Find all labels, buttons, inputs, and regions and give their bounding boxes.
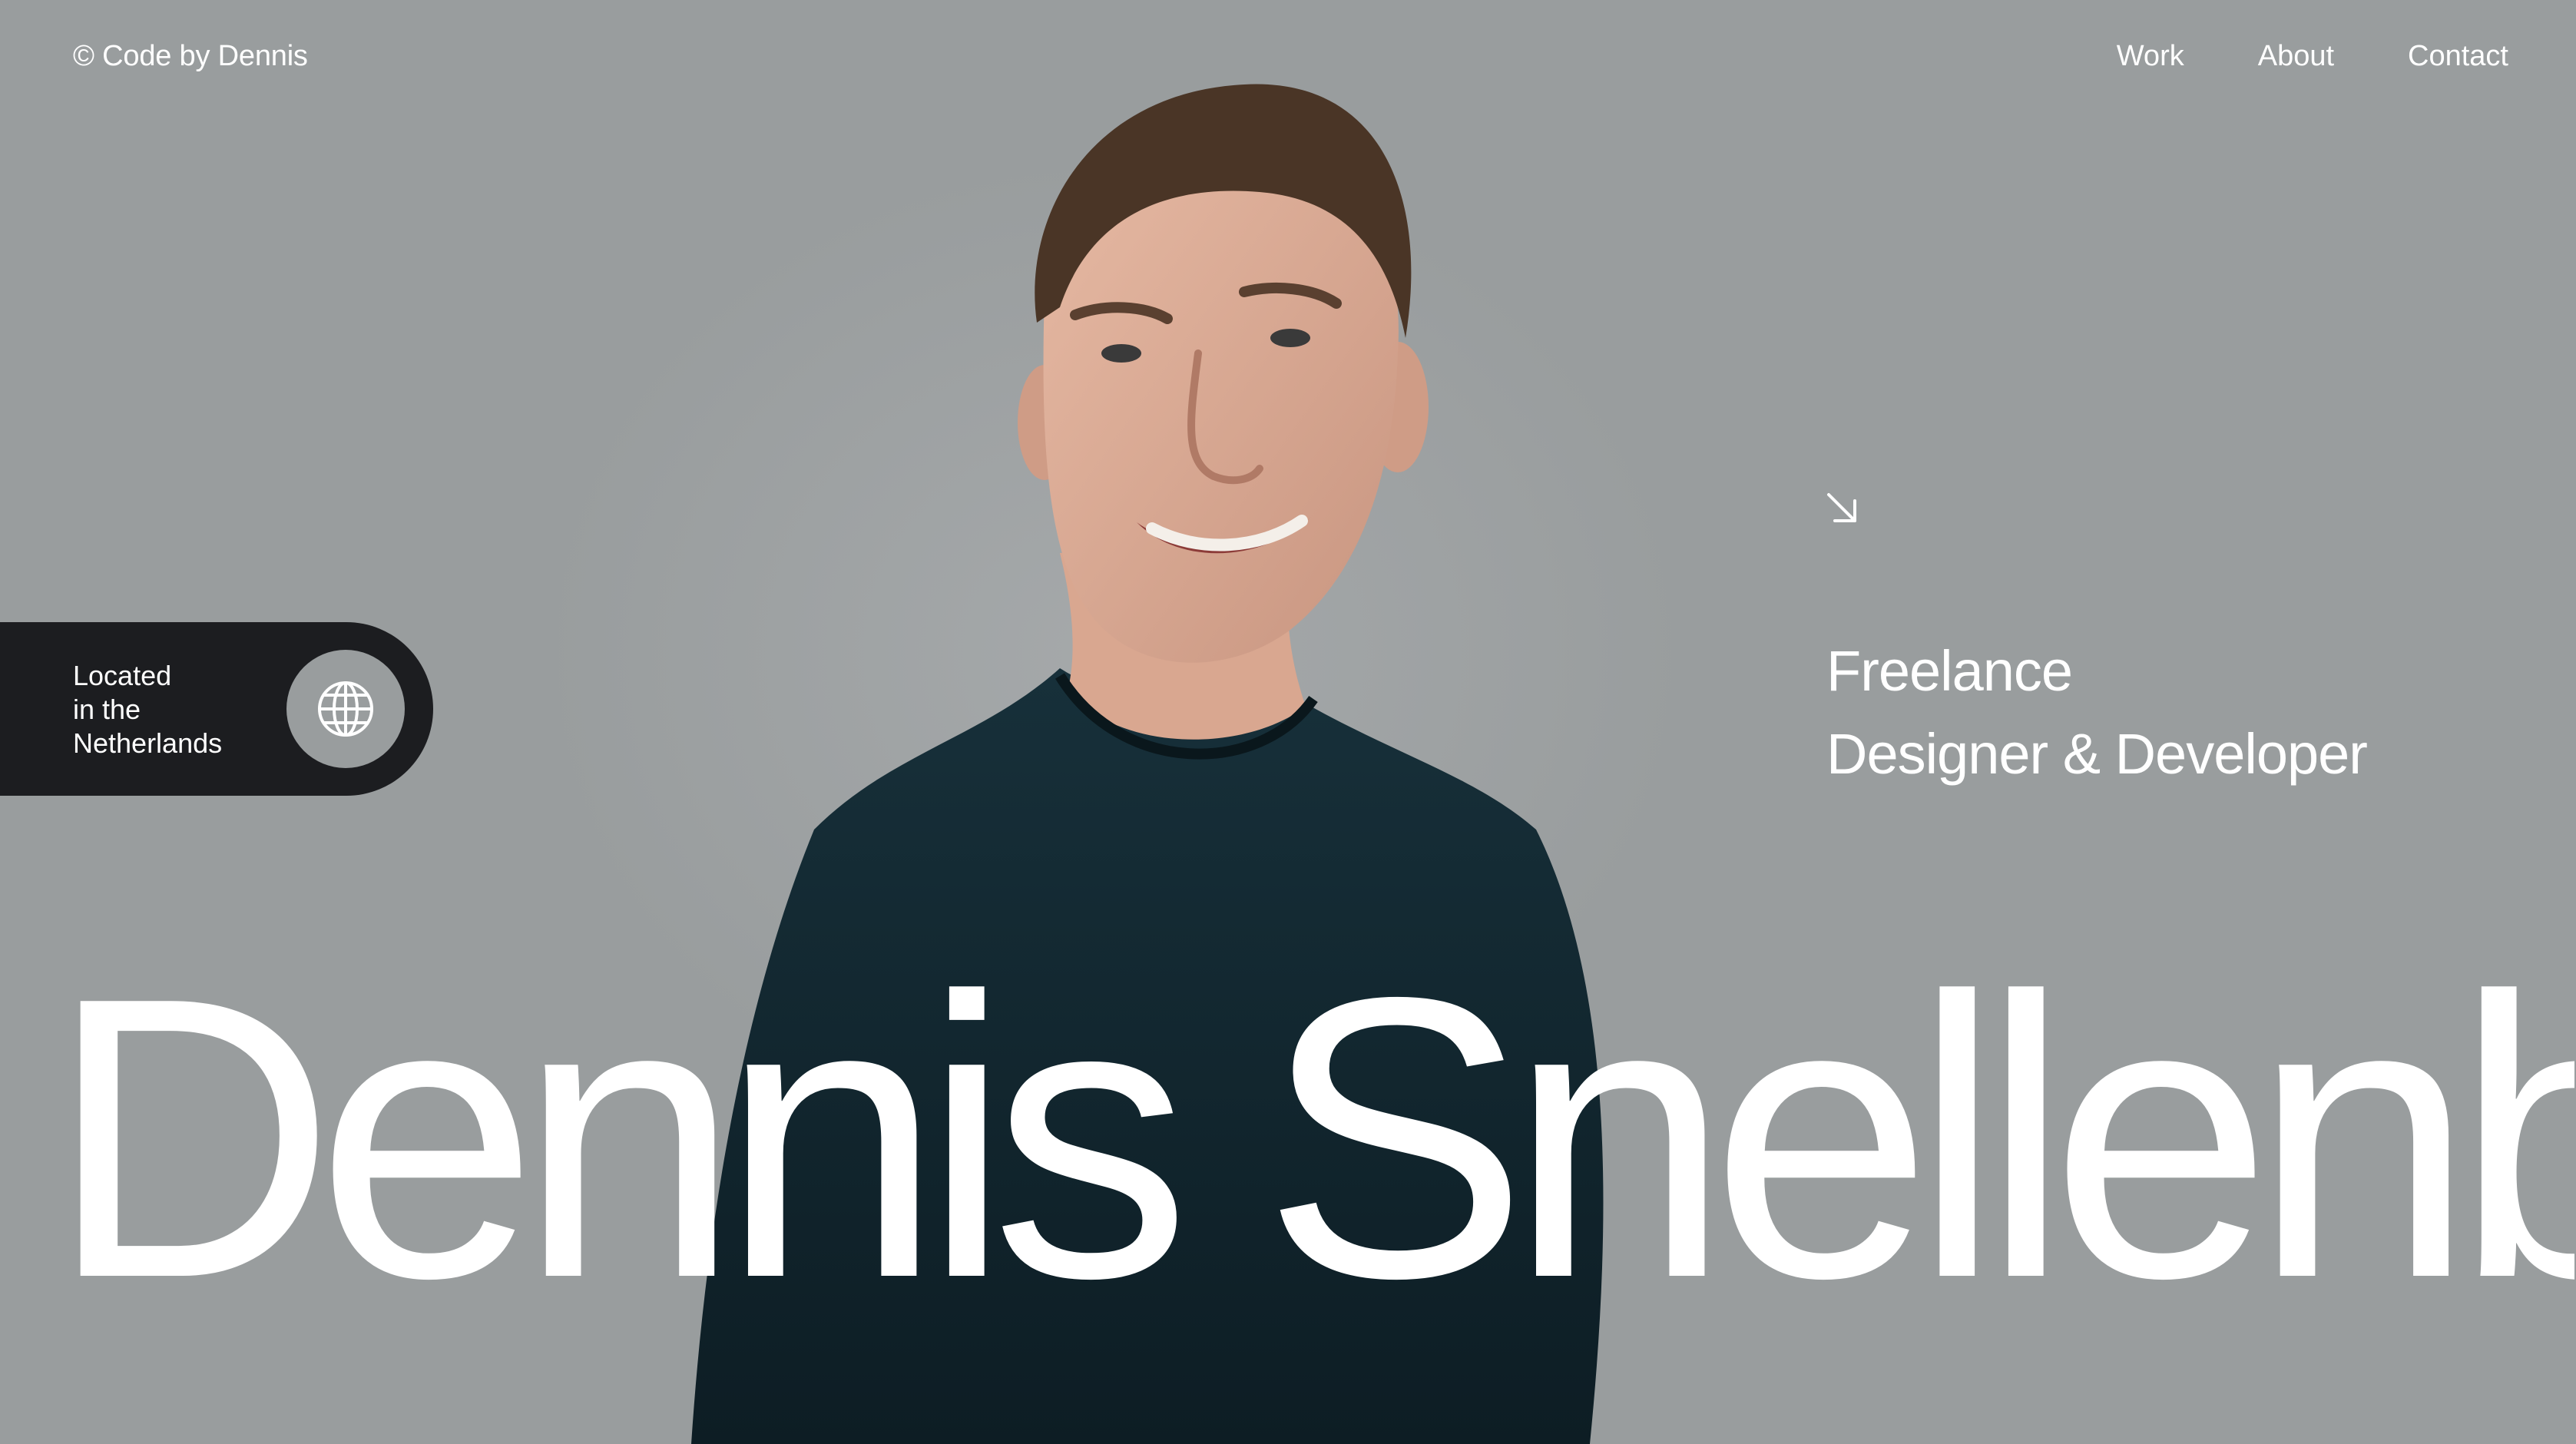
location-badge[interactable]: Located in the Netherlands [0,622,433,796]
role-line-2: Designer & Developer [1826,722,2368,786]
nav-work-link[interactable]: Work [2117,40,2184,73]
hero-name: Dennis Snellenb [48,939,2574,1338]
nav-about-link[interactable]: About [2258,40,2334,73]
globe-icon [318,681,373,737]
arrow-down-right-icon [1827,493,1856,522]
role-title: Freelance Designer & Developer [1826,630,2368,796]
role-line-1: Freelance [1826,639,2073,703]
globe-button[interactable] [286,650,405,768]
brand-logo[interactable]: © Code by Dennis [73,40,308,73]
main-nav: Work About Contact [2117,40,2508,73]
nav-contact-link[interactable]: Contact [2408,40,2508,73]
location-text: Located in the Netherlands [73,660,223,759]
